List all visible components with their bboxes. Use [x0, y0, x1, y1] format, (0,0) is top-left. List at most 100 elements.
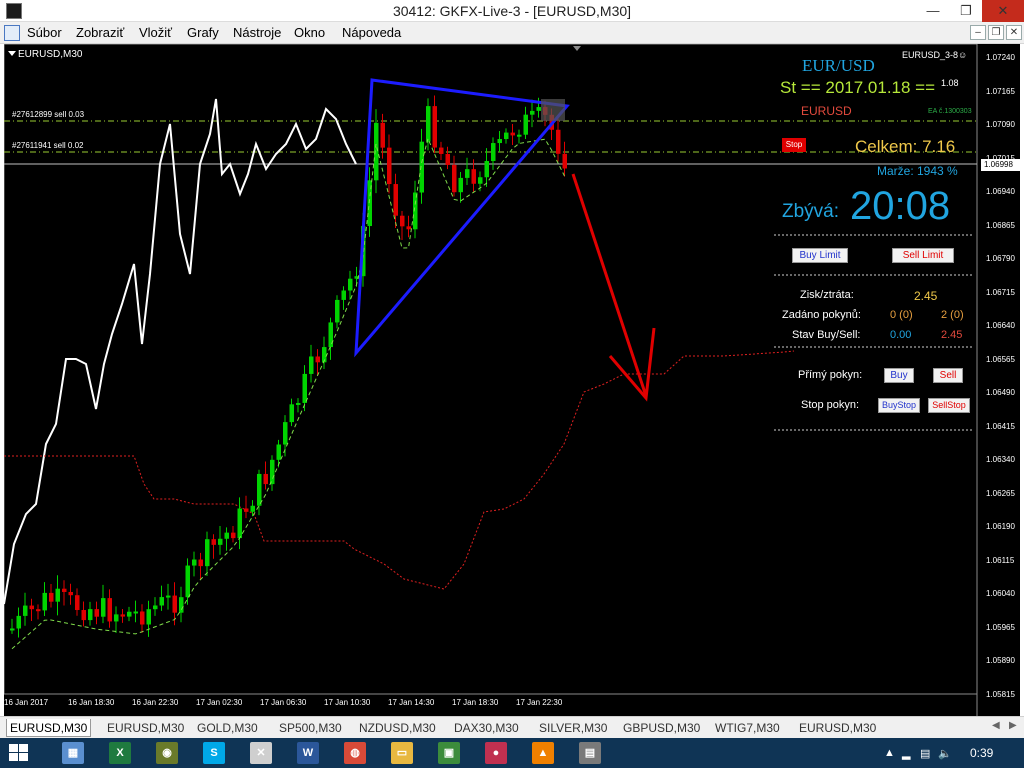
- buy-sell-status-label: Stav Buy/Sell:: [792, 329, 861, 341]
- excel-icon[interactable]: X: [109, 742, 131, 764]
- sell-limit-button[interactable]: Sell Limit: [892, 248, 954, 263]
- mdi-close-button[interactable]: ✕: [1006, 25, 1022, 40]
- restore-button[interactable]: ❐: [950, 0, 982, 22]
- order-label: #27612899 sell 0.03: [12, 110, 85, 119]
- candle-bull: [257, 473, 262, 506]
- photo-viewer-icon[interactable]: ▣: [438, 742, 460, 764]
- expert-advisor-name: EURUSD_3-8☺: [902, 50, 968, 60]
- skype-icon[interactable]: S: [203, 742, 225, 764]
- volume-icon[interactable]: 🔈: [938, 747, 952, 760]
- chart-tab[interactable]: DAX30,M30: [451, 719, 522, 737]
- candle-bear: [172, 595, 177, 613]
- candle-bull: [10, 628, 15, 631]
- candle-bull: [250, 505, 255, 512]
- mdi-minimize-button[interactable]: –: [970, 25, 986, 40]
- network-icon[interactable]: ▤: [920, 747, 930, 760]
- menu-bar: Súbor Zobraziť Vložiť Grafy Nástroje Okn…: [0, 22, 1024, 44]
- buy-limit-button[interactable]: Buy Limit: [792, 248, 848, 263]
- chart-shift-marker: [573, 46, 581, 51]
- ichimoku-line: [4, 350, 795, 590]
- menu-window[interactable]: Okno: [294, 25, 325, 40]
- chart-tab[interactable]: SP500,M30: [276, 719, 345, 737]
- price-chart[interactable]: EURUSD,M30 EURUSD_3-8☺ #27612899 sell 0.…: [4, 44, 1020, 716]
- metatrader-icon[interactable]: ✕: [250, 742, 272, 764]
- chart-tab[interactable]: EURUSD,M30: [796, 719, 879, 737]
- buy-button[interactable]: Buy: [884, 368, 914, 383]
- sell-stop-button[interactable]: SellStop: [928, 398, 970, 413]
- dots-app-icon[interactable]: ●: [485, 742, 507, 764]
- candle-bull: [114, 614, 119, 622]
- windows-taskbar: ▦ X ◉ S ✕ W ◍ ▭ ▣ ● ▲ ▤ ▲ ▂ ▤ 🔈 0:39: [0, 738, 1024, 768]
- candle-bull: [127, 611, 132, 617]
- globe-app-icon[interactable]: ◉: [156, 742, 178, 764]
- orders-placed-sell: 2 (0): [941, 309, 964, 321]
- date-line: St == 2017.01.18 == 1.08: [780, 78, 959, 98]
- candle-bull: [335, 299, 340, 323]
- text-editor-icon[interactable]: ▤: [579, 742, 601, 764]
- candle-bear: [120, 614, 125, 617]
- battery-icon[interactable]: ▂: [902, 747, 910, 760]
- price-tick-label: 1.06715: [986, 287, 1015, 297]
- price-tick-label: 1.07165: [986, 86, 1015, 96]
- buy-stop-button[interactable]: BuyStop: [878, 398, 920, 413]
- candle-bull: [42, 592, 47, 611]
- candle-bear: [68, 591, 73, 596]
- stop-button[interactable]: Stop: [782, 138, 806, 152]
- candle-bear: [400, 215, 405, 227]
- explorer-icon[interactable]: ▦: [62, 742, 84, 764]
- windows-start-icon[interactable]: [9, 744, 29, 762]
- tab-scroll-left-icon[interactable]: ◀: [992, 720, 1000, 731]
- candle-bull: [270, 459, 275, 485]
- candle-bull: [289, 404, 294, 423]
- candle-bear: [452, 164, 457, 193]
- candle-bull: [133, 611, 138, 614]
- clock[interactable]: 0:39: [970, 746, 993, 760]
- candle-bear: [49, 592, 54, 602]
- document-icon[interactable]: [4, 25, 20, 41]
- time-tick-label: 17 Jan 06:30: [260, 698, 307, 707]
- vlc-icon[interactable]: ▲: [532, 742, 554, 764]
- tray-expand-icon[interactable]: ▲: [884, 747, 895, 759]
- candle-bull: [55, 588, 60, 602]
- chart-tab[interactable]: WTIG7,M30: [712, 719, 783, 737]
- candle-bear: [29, 605, 34, 610]
- menu-file[interactable]: Súbor: [27, 25, 62, 40]
- menu-view[interactable]: Zobraziť: [76, 25, 124, 40]
- candle-bear: [406, 226, 411, 230]
- sell-button[interactable]: Sell: [933, 368, 963, 383]
- price-tick-label: 1.07240: [986, 53, 1015, 62]
- chart-tab[interactable]: NZDUSD,M30: [356, 719, 439, 737]
- candle-bull: [491, 143, 496, 162]
- moving-average-line: [11, 137, 565, 650]
- price-tick-label: 1.06340: [986, 455, 1015, 464]
- menu-help[interactable]: Nápoveda: [342, 25, 401, 40]
- candle-bull: [302, 373, 307, 403]
- price-tick-label: 1.07090: [986, 120, 1015, 129]
- word-icon[interactable]: W: [297, 742, 319, 764]
- chart-tab[interactable]: EURUSD,M30: [6, 719, 92, 737]
- minimize-button[interactable]: —: [916, 0, 950, 22]
- candle-bull: [458, 177, 463, 193]
- price-tick-label: 1.06040: [986, 589, 1015, 598]
- candle-bear: [263, 473, 268, 485]
- close-button[interactable]: ✕: [982, 0, 1024, 22]
- stop-order-label: Stop pokyn:: [801, 399, 860, 411]
- tab-scroll-right-icon[interactable]: ▶: [1009, 720, 1017, 731]
- candle-bear: [107, 598, 112, 622]
- chrome-icon[interactable]: ◍: [344, 742, 366, 764]
- candle-bull: [309, 356, 314, 374]
- chart-tab[interactable]: EURUSD,M30: [104, 719, 187, 737]
- chart-tab[interactable]: GBPUSD,M30: [620, 719, 703, 737]
- folder-icon[interactable]: ▭: [391, 742, 413, 764]
- pair-title: EUR/USD: [802, 56, 875, 75]
- menu-charts[interactable]: Grafy: [187, 25, 219, 40]
- chart-tab[interactable]: GOLD,M30: [194, 719, 261, 737]
- candle-bull: [185, 565, 190, 598]
- chart-tab[interactable]: SILVER,M30: [536, 719, 610, 737]
- candle-bull: [484, 161, 489, 178]
- candle-bear: [211, 539, 216, 545]
- menu-insert[interactable]: Vložiť: [139, 25, 172, 40]
- symbol-dropdown-icon[interactable]: [8, 51, 16, 56]
- menu-tools[interactable]: Nástroje: [233, 25, 281, 40]
- mdi-restore-button[interactable]: ❐: [988, 25, 1004, 40]
